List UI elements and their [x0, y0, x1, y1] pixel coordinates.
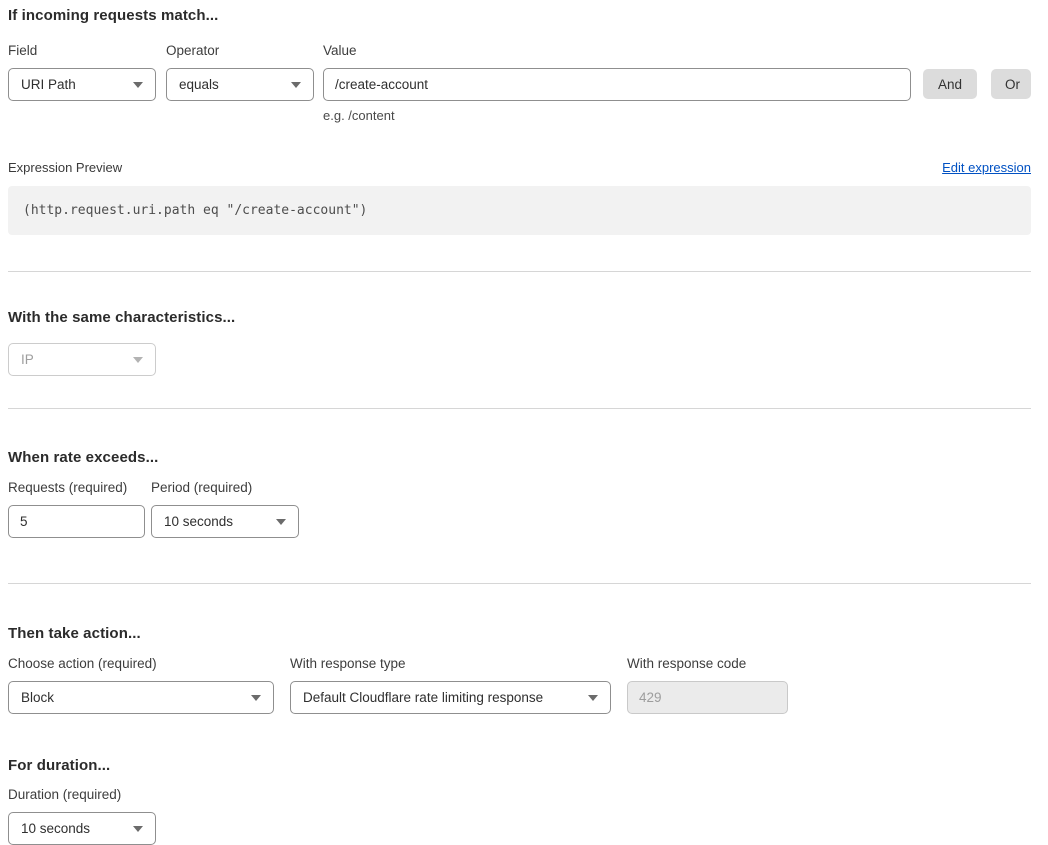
and-button[interactable]: And — [923, 69, 977, 99]
requests-input[interactable] — [8, 505, 145, 538]
requests-column: Requests (required) — [8, 480, 145, 538]
characteristics-section-title: With the same characteristics... — [8, 308, 1031, 328]
edit-expression-link[interactable]: Edit expression — [942, 160, 1031, 175]
chevron-down-icon — [588, 695, 598, 701]
duration-section-title: For duration... — [8, 756, 1031, 776]
response-type-column: With response type Default Cloudflare ra… — [290, 656, 611, 714]
section-divider — [8, 583, 1031, 584]
duration-column: Duration (required) 10 seconds — [8, 787, 156, 845]
period-select[interactable]: 10 seconds — [151, 505, 299, 538]
action-select-value: Block — [21, 690, 54, 705]
duration-select-value: 10 seconds — [21, 821, 90, 836]
action-section-title: Then take action... — [8, 624, 1031, 644]
rate-controls-row: Requests (required) Period (required) 10… — [8, 480, 1031, 538]
period-select-value: 10 seconds — [164, 514, 233, 529]
field-column: Field URI Path — [8, 43, 156, 101]
section-divider — [8, 271, 1031, 272]
field-select-value: URI Path — [21, 77, 76, 92]
or-button[interactable]: Or — [991, 69, 1031, 99]
expression-preview-label: Expression Preview — [8, 160, 122, 175]
field-label: Field — [8, 43, 156, 58]
expression-code-text: (http.request.uri.path eq "/create-accou… — [23, 203, 367, 218]
expression-logic-buttons: And Or — [923, 43, 1031, 99]
section-divider — [8, 408, 1031, 409]
chevron-down-icon — [133, 826, 143, 832]
expression-preview-code: (http.request.uri.path eq "/create-accou… — [8, 186, 1031, 235]
value-helper-text: e.g. /content — [323, 108, 911, 123]
chevron-down-icon — [251, 695, 261, 701]
value-label: Value — [323, 43, 911, 58]
action-select[interactable]: Block — [8, 681, 274, 714]
field-select[interactable]: URI Path — [8, 68, 156, 101]
action-column: Choose action (required) Block — [8, 656, 274, 714]
response-code-input — [627, 681, 788, 714]
response-code-label: With response code — [627, 656, 788, 671]
response-type-select[interactable]: Default Cloudflare rate limiting respons… — [290, 681, 611, 714]
operator-select-value: equals — [179, 77, 219, 92]
match-section-title: If incoming requests match... — [8, 6, 1031, 26]
chevron-down-icon — [133, 82, 143, 88]
response-code-column: With response code — [627, 656, 788, 714]
match-controls-row: Field URI Path Operator equals Value e.g… — [8, 43, 1031, 123]
operator-select[interactable]: equals — [166, 68, 314, 101]
operator-label: Operator — [166, 43, 314, 58]
chevron-down-icon — [291, 82, 301, 88]
response-type-select-value: Default Cloudflare rate limiting respons… — [303, 690, 543, 705]
rate-limiting-rule-form: If incoming requests match... Field URI … — [0, 0, 1048, 845]
value-input[interactable] — [323, 68, 911, 101]
action-label: Choose action (required) — [8, 656, 274, 671]
chevron-down-icon — [276, 519, 286, 525]
operator-column: Operator equals — [166, 43, 314, 101]
rate-section-title: When rate exceeds... — [8, 448, 1031, 468]
requests-label: Requests (required) — [8, 480, 145, 495]
duration-select[interactable]: 10 seconds — [8, 812, 156, 845]
expression-preview-header: Expression Preview Edit expression — [8, 160, 1031, 175]
characteristic-select: IP — [8, 343, 156, 376]
characteristic-select-value: IP — [21, 352, 34, 367]
value-column: Value e.g. /content — [323, 43, 911, 123]
duration-label: Duration (required) — [8, 787, 156, 802]
period-column: Period (required) 10 seconds — [151, 480, 299, 538]
period-label: Period (required) — [151, 480, 299, 495]
response-type-label: With response type — [290, 656, 611, 671]
chevron-down-icon — [133, 357, 143, 363]
action-controls-row: Choose action (required) Block With resp… — [8, 656, 1031, 714]
